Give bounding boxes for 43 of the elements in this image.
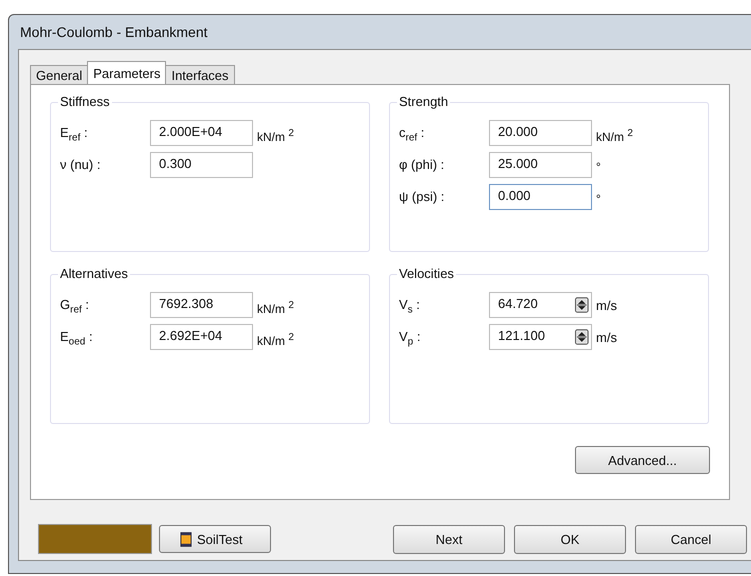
window-title: Mohr-Coulomb - Embankment — [19, 24, 208, 40]
tab[interactable]: General — [30, 65, 88, 84]
input-field[interactable]: 2.692E+04 — [150, 324, 253, 350]
field-label: G$_{ref}$ : — [60, 296, 90, 316]
tab[interactable]: Interfaces — [165, 65, 235, 84]
field-label: V$_{p}$ : — [399, 328, 422, 348]
soiltest-button[interactable]: SoilTest — [159, 525, 271, 553]
unit-label: m/s — [595, 297, 617, 313]
group-title: Stiffness — [58, 94, 112, 109]
unit-label: kN/m $^{2}$ — [256, 299, 294, 316]
spinner-icon[interactable] — [575, 329, 589, 345]
field-label: E$_{ref}$ : — [60, 124, 89, 144]
spin-field[interactable]: 121.100 — [489, 324, 592, 350]
group-title: Strength — [397, 94, 450, 109]
input-field[interactable]: 20.000 — [489, 120, 592, 146]
unit-label: kN/m $^{2}$ — [595, 127, 633, 144]
field-label: φ (phi) : — [399, 156, 446, 172]
dialog-button[interactable]: OK — [514, 524, 626, 554]
group-title: Alternatives — [58, 266, 130, 281]
cylinder-icon — [180, 530, 192, 548]
color-swatch[interactable] — [38, 524, 152, 554]
field-label: V$_{s}$ : — [399, 296, 421, 316]
input-field[interactable]: 7692.308 — [150, 292, 253, 318]
dialog-button[interactable]: Cancel — [635, 524, 747, 554]
field-label: E$_{oed}$ : — [60, 328, 94, 348]
unit-label: kN/m $^{2}$ — [256, 331, 294, 348]
input-field[interactable]: 2.000E+04 — [150, 120, 253, 146]
spinner-icon[interactable] — [575, 297, 589, 313]
input-field[interactable]: 25.000 — [489, 152, 592, 178]
unit-label: ° — [595, 191, 601, 206]
input-field[interactable]: 0.000 — [489, 184, 592, 210]
unit-label: kN/m $^{2}$ — [256, 127, 294, 144]
field-label: ψ (psi) : — [399, 188, 446, 204]
unit-label: ° — [595, 159, 601, 174]
field-label: c$_{ref}$ : — [399, 124, 426, 144]
input-field[interactable]: 0.300 — [150, 152, 253, 178]
unit-label: m/s — [595, 329, 617, 345]
spin-field[interactable]: 64.720 — [489, 292, 592, 318]
group-title: Velocities — [397, 266, 456, 281]
advanced-button[interactable]: Advanced... — [575, 446, 710, 474]
tab[interactable]: Parameters — [87, 61, 166, 84]
field-label: ν (nu) : — [60, 156, 102, 172]
dialog-button[interactable]: Next — [393, 524, 505, 554]
